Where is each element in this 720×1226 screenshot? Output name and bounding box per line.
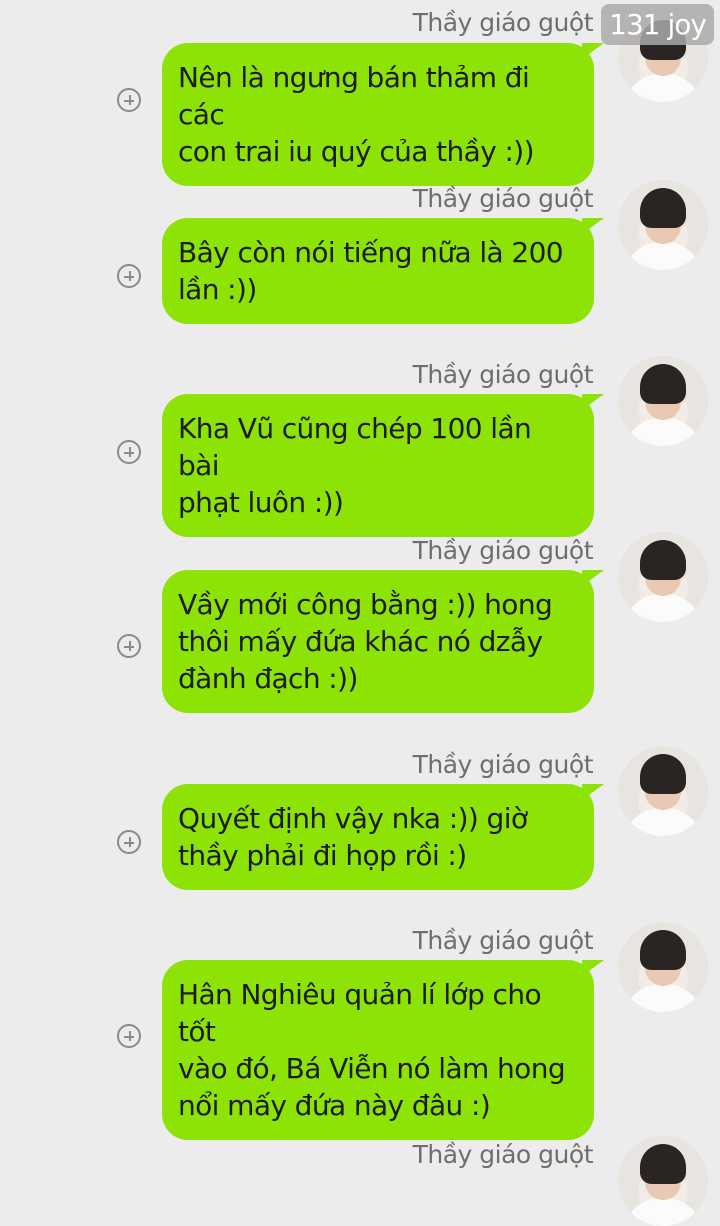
message-line: thôi mấy đứa khác nó dzẫy bbox=[178, 625, 543, 658]
sender-name: Thầy giáo guột bbox=[412, 926, 594, 955]
message-line: Vầy mới công bằng :)) hong bbox=[178, 588, 553, 621]
message-bubble[interactable]: Quyết định vậy nka :)) giờ thầy phải đi … bbox=[162, 784, 604, 890]
sender-name: Thầy giáo guột bbox=[412, 8, 594, 37]
message-bubble[interactable]: Vầy mới công bằng :)) hong thôi mấy đứa … bbox=[162, 570, 604, 713]
add-reaction-icon[interactable] bbox=[117, 1024, 141, 1048]
sender-name: Thầy giáo guột bbox=[412, 360, 594, 389]
sender-name: Thầy giáo guột bbox=[412, 536, 594, 565]
message-line: thầy phải đi họp rồi :) bbox=[178, 839, 467, 872]
add-reaction-icon[interactable] bbox=[117, 634, 141, 658]
watermark-label: 131 joy bbox=[601, 4, 714, 45]
message-bubble[interactable]: Kha Vũ cũng chép 100 lần bài phạt luôn :… bbox=[162, 394, 604, 537]
message-bubble[interactable]: Bây còn nói tiếng nữa là 200 lần :)) bbox=[162, 218, 604, 324]
message-line: vào đó, Bá Viễn nó làm hong bbox=[178, 1052, 566, 1085]
sender-name: Thầy giáo guột bbox=[412, 184, 594, 213]
add-reaction-icon[interactable] bbox=[117, 830, 141, 854]
message-line: nổi mấy đứa này đâu :) bbox=[178, 1089, 491, 1122]
message-line: Bây còn nói tiếng nữa là 200 bbox=[178, 236, 564, 269]
message-line: đành đạch :)) bbox=[178, 662, 358, 695]
message-bubble[interactable]: Nên là ngưng bán thảm đi các con trai iu… bbox=[162, 43, 604, 186]
sender-name: Thầy giáo guột bbox=[412, 1140, 594, 1169]
message-line: lần :)) bbox=[178, 273, 257, 306]
add-reaction-icon[interactable] bbox=[117, 440, 141, 464]
message-bubble[interactable]: Hân Nghiêu quản lí lớp cho tốt vào đó, B… bbox=[162, 960, 604, 1140]
sender-avatar[interactable] bbox=[618, 180, 708, 270]
message-line: Nên là ngưng bán thảm đi các bbox=[178, 61, 530, 131]
sender-name: Thầy giáo guột bbox=[412, 750, 594, 779]
sender-avatar[interactable] bbox=[618, 922, 708, 1012]
sender-avatar[interactable] bbox=[618, 1136, 708, 1226]
sender-avatar[interactable] bbox=[618, 356, 708, 446]
message-line: Kha Vũ cũng chép 100 lần bài bbox=[178, 412, 532, 482]
add-reaction-icon[interactable] bbox=[117, 88, 141, 112]
message-line: phạt luôn :)) bbox=[178, 486, 344, 519]
message-line: Quyết định vậy nka :)) giờ bbox=[178, 802, 528, 835]
message-line: con trai iu quý của thầy :)) bbox=[178, 135, 535, 168]
sender-avatar[interactable] bbox=[618, 532, 708, 622]
sender-avatar[interactable] bbox=[618, 746, 708, 836]
add-reaction-icon[interactable] bbox=[117, 264, 141, 288]
message-line: Hân Nghiêu quản lí lớp cho tốt bbox=[178, 978, 542, 1048]
